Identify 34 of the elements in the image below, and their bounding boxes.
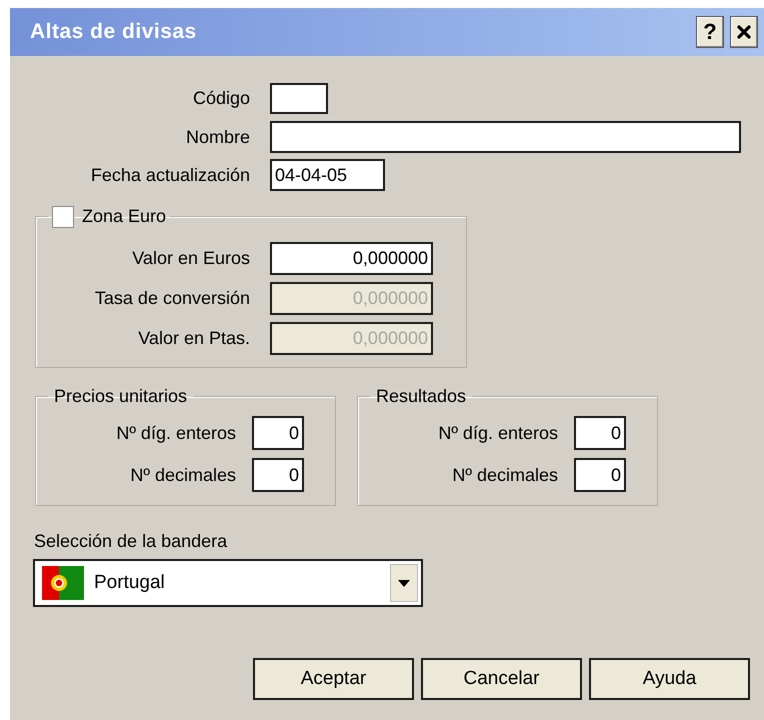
field-label: Valor en Ptas. [137, 327, 250, 350]
flag-icon [42, 566, 84, 600]
close-button[interactable] [730, 16, 758, 48]
dropdown-button[interactable] [390, 564, 418, 602]
caret-icon [398, 580, 410, 586]
field-label: Fecha actualización [90, 164, 250, 186]
field-label: Nº decimales [451, 464, 558, 486]
flag-dropdown[interactable]: Portugal [33, 559, 423, 607]
field-label: Nombre [184, 126, 250, 148]
zona-euro-checkbox[interactable] [52, 206, 74, 228]
input-field[interactable]: 04-04-05 [270, 159, 385, 191]
input-field[interactable]: 0,000000 [270, 242, 433, 275]
input-field[interactable] [270, 121, 741, 153]
dropdown-value: Portugal [94, 570, 165, 595]
input-field[interactable] [270, 83, 328, 114]
dialog-button[interactable]: Ayuda [589, 658, 750, 700]
input-field[interactable]: 0 [252, 416, 304, 450]
field-label: Tasa de conversión [94, 287, 250, 310]
field-label: Nº díg. enteros [115, 422, 236, 445]
field-label: Nº decimales [129, 464, 236, 486]
input-field[interactable]: 0 [252, 458, 304, 492]
checkbox-label: Zona Euro [82, 205, 166, 228]
dialog-button[interactable]: Aceptar [253, 658, 414, 700]
input-field[interactable]: 0 [574, 458, 626, 492]
dialog-button[interactable]: Cancelar [421, 658, 582, 700]
field-label: Código [192, 87, 250, 110]
field-label: Selección de la bandera [34, 530, 228, 553]
help-button[interactable]: ? [696, 16, 724, 48]
field-label: Nº díg. enteros [437, 422, 558, 445]
input-field[interactable]: 0 [574, 416, 626, 450]
window-title: Altas de divisas [30, 19, 197, 46]
group-title: Resultados [375, 386, 468, 406]
field-label: Valor en Euros [131, 247, 250, 270]
group-title: Precios unitarios [53, 386, 188, 406]
